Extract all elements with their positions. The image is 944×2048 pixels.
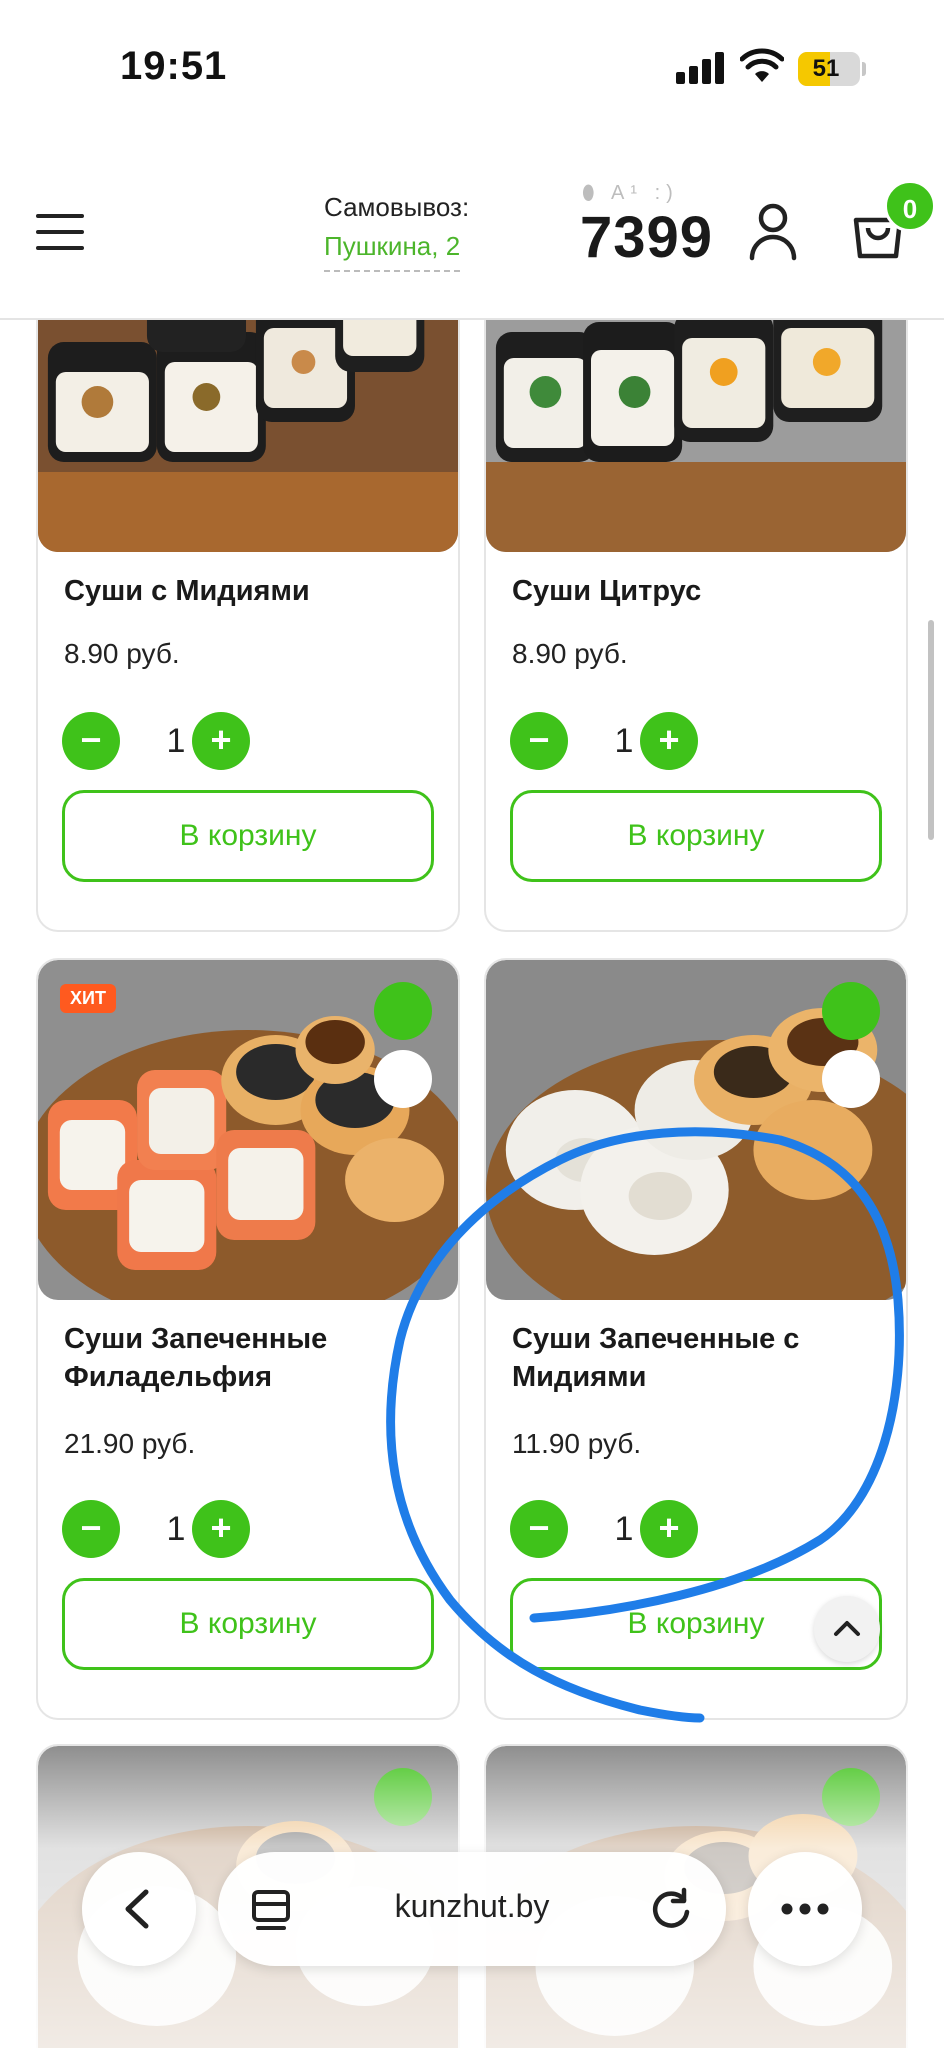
quantity-value: 1: [166, 1510, 186, 1548]
browser-back-button[interactable]: [82, 1852, 196, 1966]
menu-icon[interactable]: [36, 214, 84, 250]
wifi-icon: [740, 48, 784, 82]
site-header: Самовывоз: Пушкина, 2 ⬮ A¹ :) 7399 0: [0, 140, 944, 320]
product-price: 8.90 руб.: [64, 638, 180, 669]
quantity-decrease-button[interactable]: −: [510, 1500, 568, 1558]
cellular-signal-icon: [676, 52, 726, 84]
chevron-up-icon: [834, 1621, 860, 1636]
battery-icon: 51: [798, 52, 860, 86]
battery-level: 51: [812, 55, 840, 82]
hit-badge: ХИТ: [60, 984, 116, 1013]
product-title[interactable]: Суши Запеченные Филадельфия: [64, 1320, 444, 1396]
delivery-icon: [822, 1050, 880, 1108]
product-card: Суши с Мидиями 8.90 руб. − 1 + В корзину: [36, 240, 460, 932]
quantity-decrease-button[interactable]: −: [510, 712, 568, 770]
pickup-selector[interactable]: Самовывоз: Пушкина, 2: [324, 192, 469, 272]
status-bar: 19:51 51: [0, 0, 944, 140]
pickup-label: Самовывоз:: [324, 192, 470, 222]
quantity-increase-button[interactable]: +: [640, 712, 698, 770]
add-to-cart-button[interactable]: В корзину: [510, 790, 882, 882]
product-card: Суши Цитрус 8.90 руб. − 1 + В корзину: [484, 240, 908, 932]
quantity-value: 1: [614, 722, 634, 760]
quantity-increase-button[interactable]: +: [192, 1500, 250, 1558]
messenger-icons[interactable]: ⬮ A¹ :): [582, 182, 679, 205]
user-icon[interactable]: [748, 202, 798, 262]
reload-icon[interactable]: [646, 1884, 696, 1934]
cart-count-badge: 0: [884, 180, 936, 232]
product-card: ХИТ Суши Запеченные Филадельфия 21.90 ру…: [36, 958, 460, 1720]
product-title[interactable]: Суши Цитрус: [512, 572, 892, 610]
product-title[interactable]: Суши с Мидиями: [64, 572, 444, 610]
browser-more-button[interactable]: [748, 1852, 862, 1966]
quantity-decrease-button[interactable]: −: [62, 1500, 120, 1558]
pickup-bag-icon: [822, 982, 880, 1040]
product-price: 11.90 руб.: [512, 1428, 642, 1459]
address-bar[interactable]: kunzhut.by: [218, 1852, 726, 1966]
add-to-cart-button[interactable]: В корзину: [62, 1578, 434, 1670]
pickup-bag-icon: [374, 982, 432, 1040]
quantity-value: 1: [166, 722, 186, 760]
scroll-to-top-button[interactable]: [814, 1596, 880, 1662]
delivery-icon: [374, 1050, 432, 1108]
product-price: 21.90 руб.: [64, 1428, 196, 1459]
product-title[interactable]: Суши Запеченные с Мидиями: [512, 1320, 892, 1396]
phone-number[interactable]: 7399: [580, 204, 713, 271]
quantity-increase-button[interactable]: +: [640, 1500, 698, 1558]
status-time: 19:51: [120, 44, 228, 88]
pickup-address[interactable]: Пушкина, 2: [324, 231, 461, 272]
quantity-increase-button[interactable]: +: [192, 712, 250, 770]
scrollbar[interactable]: [928, 620, 934, 840]
back-icon: [125, 1889, 149, 1929]
product-price: 8.90 руб.: [512, 638, 628, 669]
add-to-cart-button[interactable]: В корзину: [62, 790, 434, 882]
quantity-decrease-button[interactable]: −: [62, 712, 120, 770]
more-icon: [781, 1903, 829, 1915]
quantity-value: 1: [614, 1510, 634, 1548]
